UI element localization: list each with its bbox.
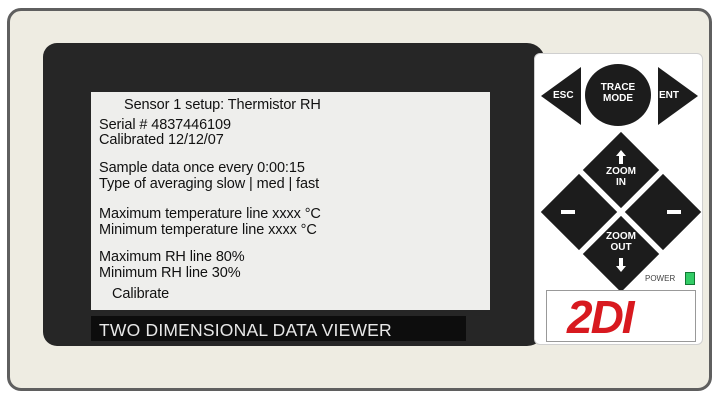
brand-logo: 2DI: [546, 290, 696, 342]
title-bar: TWO DIMENSIONAL DATA VIEWER: [91, 316, 466, 341]
min-temperature-line[interactable]: Minimum temperature line xxxx °C: [99, 222, 317, 238]
zoom-in-label: ZOOM IN: [606, 166, 636, 188]
sensor-setup-line[interactable]: Sensor 1 setup: Thermistor RH: [124, 97, 321, 113]
up-arrow-icon: [616, 150, 626, 164]
power-label: POWER: [645, 274, 676, 283]
max-rh-line[interactable]: Maximum RH line 80%: [99, 249, 245, 265]
averaging-type-line[interactable]: Type of averaging slow | med | fast: [99, 176, 319, 192]
calibrated-date-line: Calibrated 12/12/07: [99, 132, 224, 148]
ent-label: ENT: [659, 90, 679, 101]
down-arrow-icon: [616, 258, 626, 272]
logo-text: 2DI: [567, 291, 635, 342]
trace-mode-label: TRACE MODE: [600, 82, 636, 104]
sample-interval-line[interactable]: Sample data once every 0:00:15: [99, 160, 305, 176]
max-temperature-line[interactable]: Maximum temperature line xxxx °C: [99, 206, 321, 222]
right-arrow-icon: [667, 210, 681, 214]
left-arrow-icon: [561, 210, 575, 214]
esc-label: ESC: [553, 90, 574, 101]
min-rh-line[interactable]: Minimum RH line 30%: [99, 265, 241, 281]
calibrate-option[interactable]: Calibrate: [112, 286, 169, 302]
zoom-out-label: ZOOM OUT: [606, 231, 636, 253]
power-led-icon: [685, 272, 695, 285]
title-bar-label: TWO DIMENSIONAL DATA VIEWER: [99, 320, 392, 340]
serial-number-line: Serial # 4837446109: [99, 117, 231, 133]
